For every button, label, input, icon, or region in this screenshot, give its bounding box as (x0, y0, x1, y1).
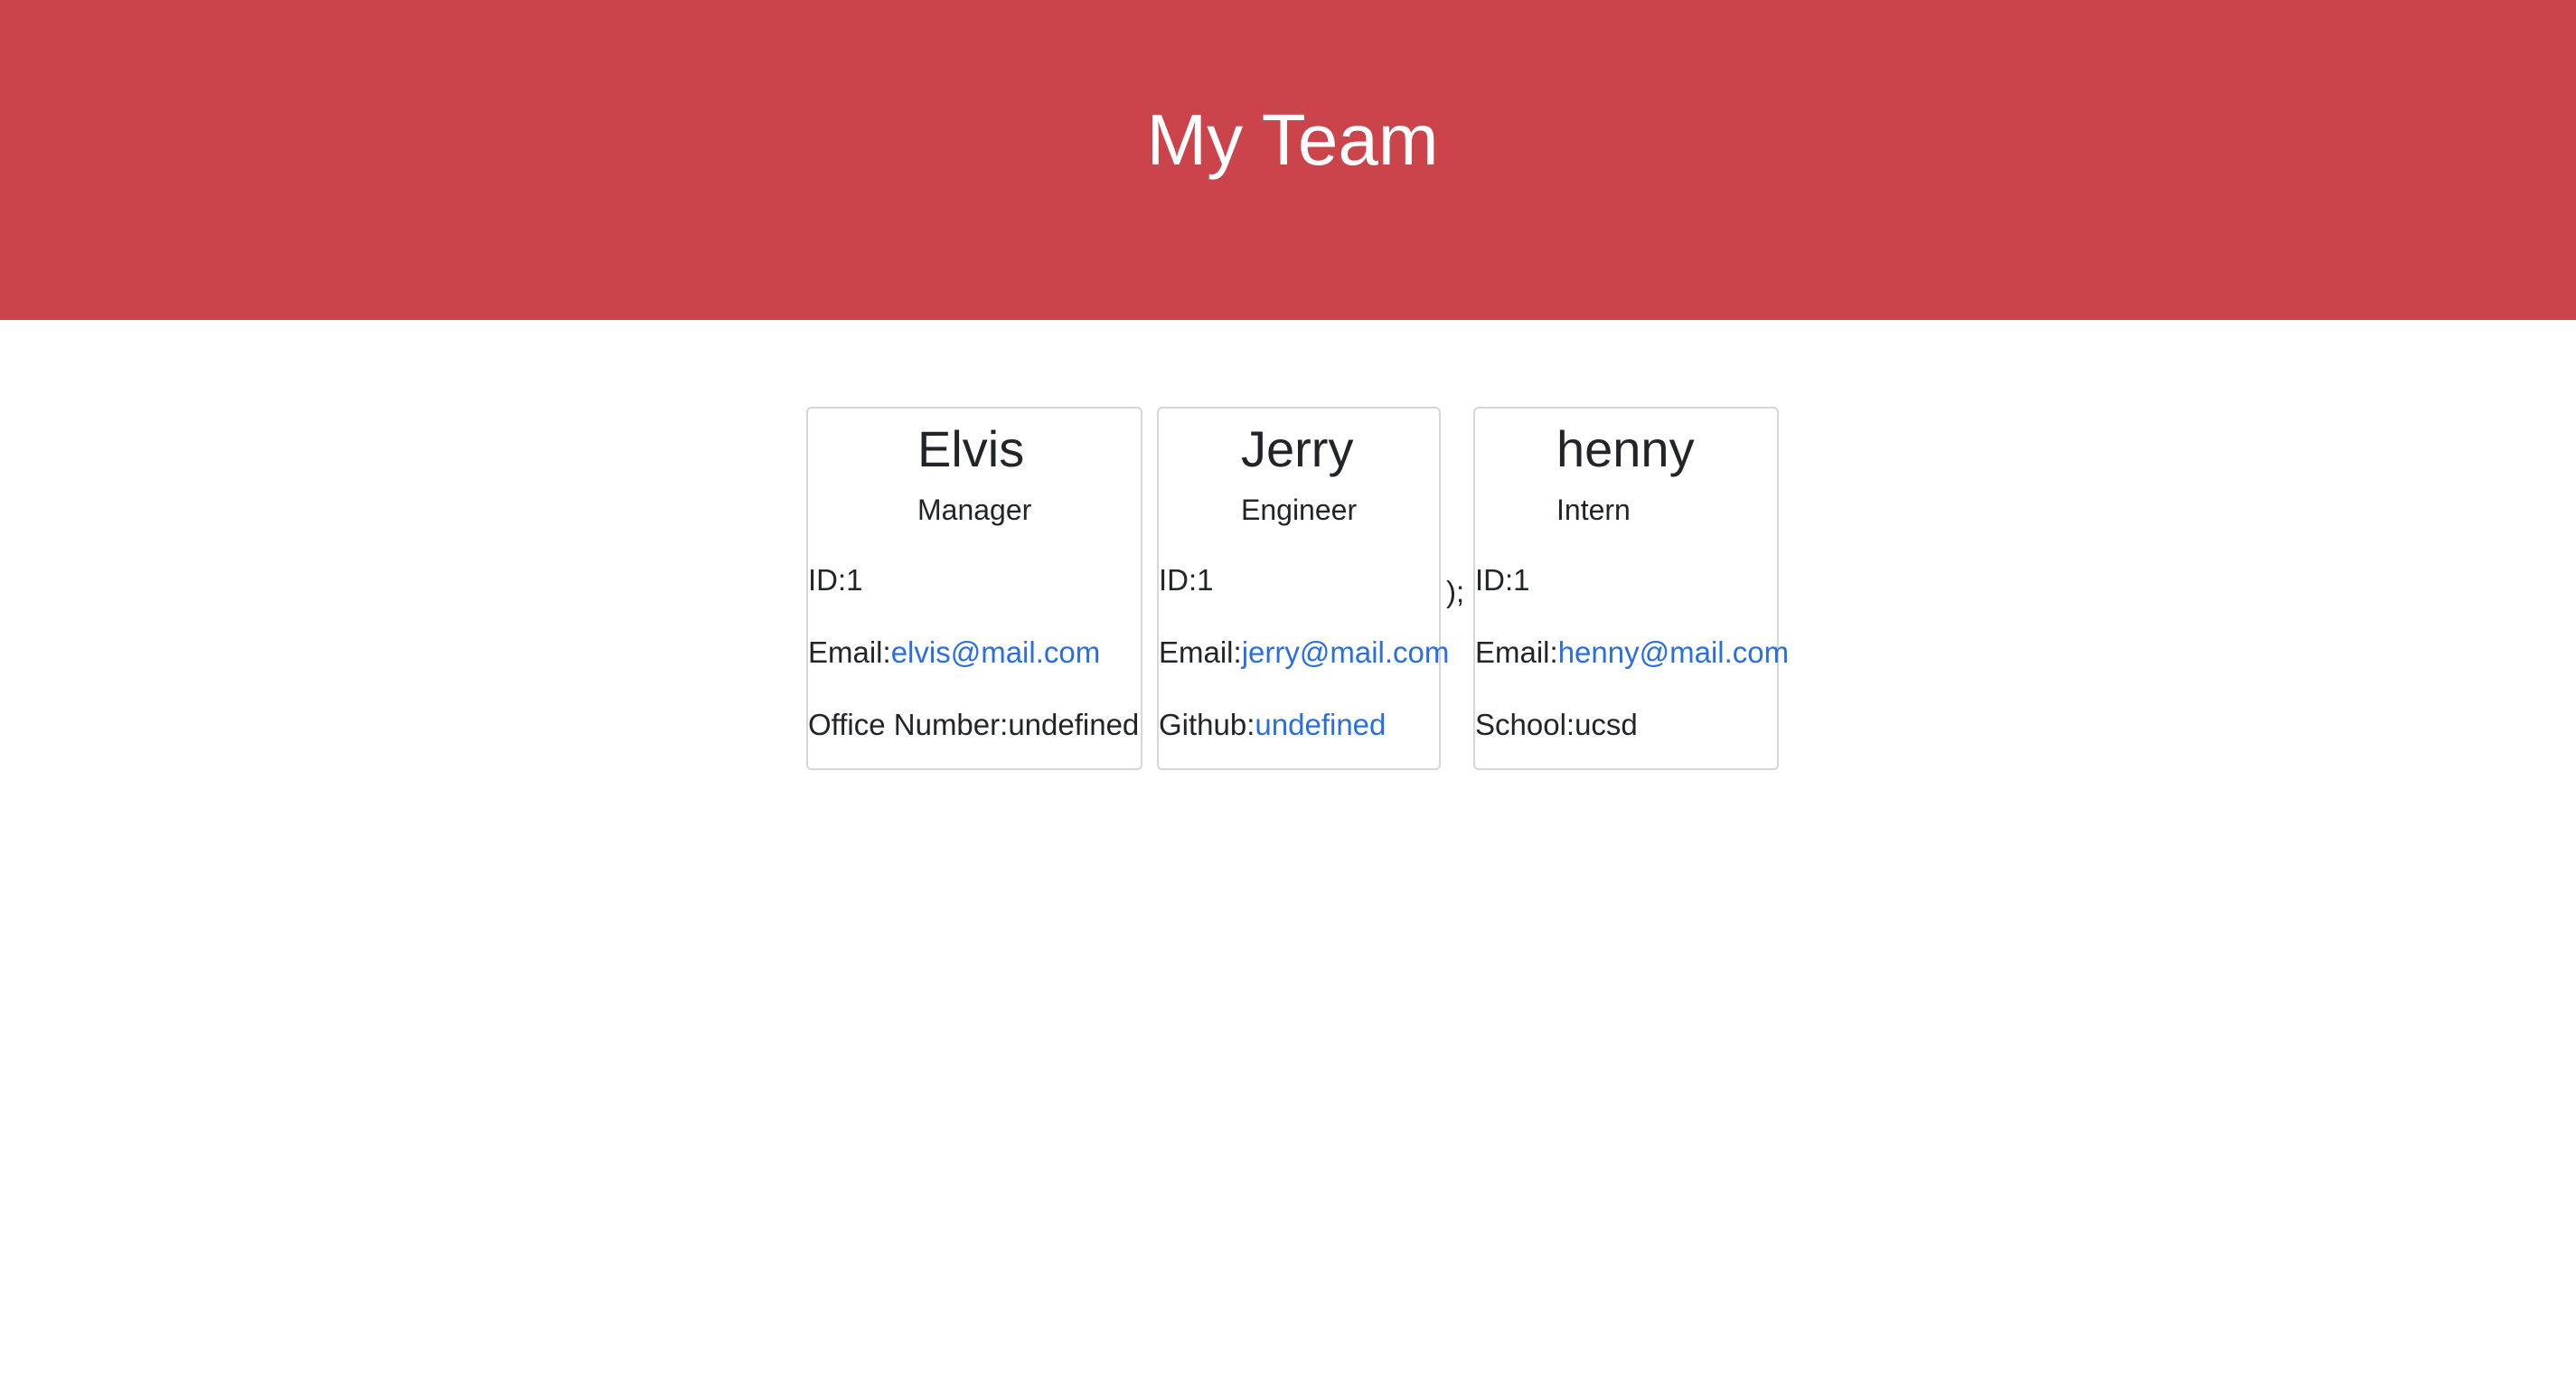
office-number-row: Office Number:undefined (808, 707, 1139, 743)
school-value: ucsd (1575, 708, 1638, 741)
id-value: 1 (846, 563, 863, 597)
employee-card-engineer: Jerry Engineer ID:1 Email:jerry@mail.com… (1157, 407, 1449, 770)
employee-email-row: Email:elvis@mail.com (808, 635, 1100, 671)
id-label: ID: (1159, 563, 1198, 597)
employee-email-row: Email:henny@mail.com (1475, 635, 1789, 671)
employee-name: Jerry (1241, 420, 1354, 477)
email-link[interactable]: jerry@mail.com (1242, 635, 1450, 669)
github-row: Github:undefined (1159, 707, 1386, 743)
employee-email-row: Email:jerry@mail.com (1159, 635, 1449, 671)
employee-card-intern: henny Intern ID:1 Email:henny@mail.com S… (1473, 407, 1789, 770)
employee-id-row: ID:1 (1159, 562, 1214, 598)
email-label: Email: (1475, 635, 1558, 669)
employee-id-row: ID:1 (1475, 562, 1530, 598)
id-label: ID: (808, 563, 847, 597)
employee-role: Manager (917, 494, 1032, 526)
school-row: School:ucsd (1475, 707, 1638, 743)
email-link[interactable]: elvis@mail.com (891, 635, 1101, 669)
id-value: 1 (1197, 563, 1214, 597)
office-number-value: undefined (1008, 708, 1140, 741)
email-label: Email: (1159, 635, 1242, 669)
email-link[interactable]: henny@mail.com (1558, 635, 1789, 669)
employee-role: Engineer (1241, 494, 1358, 526)
github-link[interactable]: undefined (1255, 708, 1386, 741)
page-title: My Team (1146, 99, 1439, 180)
employee-id-row: ID:1 (808, 562, 863, 598)
id-value: 1 (1513, 563, 1530, 597)
employee-role: Intern (1556, 494, 1631, 526)
id-label: ID: (1475, 563, 1514, 597)
email-label: Email: (808, 635, 891, 669)
stray-text: ); (1446, 575, 1465, 608)
employee-name: henny (1556, 420, 1695, 477)
school-label: School: (1475, 708, 1575, 741)
office-number-label: Office Number: (808, 708, 1009, 741)
employee-name: Elvis (917, 420, 1025, 477)
employee-card-manager: Elvis Manager ID:1 Email:elvis@mail.com … (806, 407, 1142, 770)
github-label: Github: (1159, 708, 1255, 741)
page-header: My Team (0, 0, 2576, 320)
